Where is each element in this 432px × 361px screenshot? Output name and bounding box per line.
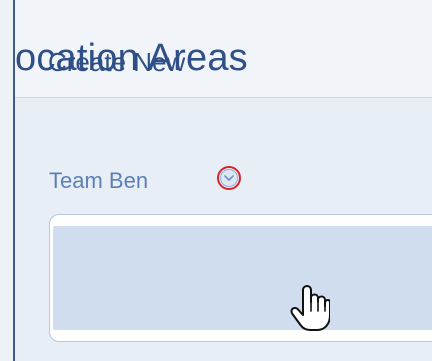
chevron-down-icon[interactable] (220, 169, 238, 187)
hand-pointer-icon (288, 284, 331, 334)
create-new-menu-item[interactable] (53, 226, 432, 330)
dropdown-menu (49, 214, 432, 342)
group-label: Team Ben (49, 168, 149, 193)
group-toggle[interactable] (216, 166, 248, 194)
page-frame: ocation Areas Team Ben Create New (0, 0, 432, 361)
create-new-label: Create New (48, 47, 186, 77)
